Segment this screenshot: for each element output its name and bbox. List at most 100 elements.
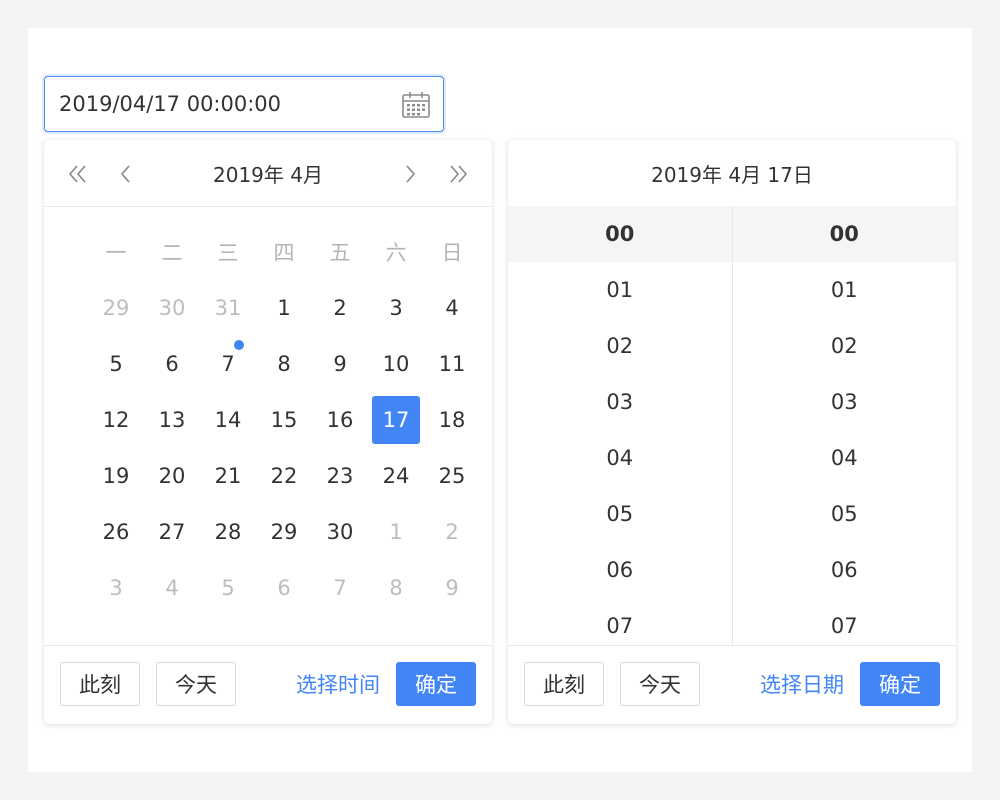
calendar-day[interactable]: 31 <box>200 280 256 336</box>
calendar-day-number: 27 <box>158 520 186 544</box>
calendar-day[interactable]: 29 <box>88 280 144 336</box>
calendar-day[interactable]: 14 <box>200 392 256 448</box>
calendar-day-number: 10 <box>382 352 410 376</box>
calendar-day-number: 9 <box>445 576 459 600</box>
next-month-button[interactable] <box>394 158 426 190</box>
time-option-selected[interactable]: 00 <box>732 206 956 262</box>
datetime-input-wrapper[interactable] <box>44 76 444 132</box>
calendar-day[interactable]: 30 <box>312 504 368 560</box>
calendar-grid: 一二三四五六日 29 30 31 1 2 3 4 5 6 7 8 9 10 11 12 13 14 15 16 17 1… <box>88 224 480 616</box>
calendar-day[interactable]: 22 <box>256 448 312 504</box>
calendar-day[interactable]: 13 <box>144 392 200 448</box>
time-option-selected[interactable]: 00 <box>508 206 732 262</box>
time-option[interactable]: 02 <box>733 318 957 374</box>
calendar-day[interactable]: 9 <box>312 336 368 392</box>
calendar-day[interactable]: 12 <box>88 392 144 448</box>
weekday-header-row: 一二三四五六日 <box>88 224 480 280</box>
calendar-day[interactable]: 9 <box>424 560 480 616</box>
calendar-day[interactable]: 20 <box>144 448 200 504</box>
now-button[interactable]: 此刻 <box>524 662 604 706</box>
calendar-day-number: 4 <box>165 576 179 600</box>
calendar-day[interactable]: 8 <box>256 336 312 392</box>
calendar-day[interactable]: 7 <box>312 560 368 616</box>
calendar-day[interactable]: 19 <box>88 448 144 504</box>
calendar-day-number: 3 <box>109 576 123 600</box>
calendar-day-number: 1 <box>389 520 403 544</box>
today-button[interactable]: 今天 <box>620 662 700 706</box>
time-option[interactable]: 04 <box>508 430 732 486</box>
time-option[interactable]: 01 <box>733 262 957 318</box>
time-option[interactable]: 04 <box>733 430 957 486</box>
calendar-day-number: 7 <box>333 576 347 600</box>
confirm-button[interactable]: 确定 <box>396 662 476 706</box>
calendar-day[interactable]: 23 <box>312 448 368 504</box>
calendar-day-number: 4 <box>445 296 459 320</box>
time-panel-footer: 此刻 今天 选择日期 确定 <box>508 645 956 724</box>
calendar-day[interactable]: 6 <box>256 560 312 616</box>
calendar-day[interactable]: 1 <box>256 280 312 336</box>
minute-column[interactable]: 00 01 02 03 04 05 06 07 <box>731 206 957 646</box>
calendar-day[interactable]: 5 <box>88 336 144 392</box>
calendar-day[interactable]: 4 <box>144 560 200 616</box>
calendar-day-number: 6 <box>277 576 291 600</box>
calendar-day[interactable]: 26 <box>88 504 144 560</box>
calendar-day-selected[interactable]: 17 <box>368 392 424 448</box>
calendar-day[interactable]: 24 <box>368 448 424 504</box>
select-time-link[interactable]: 选择时间 <box>296 662 380 706</box>
calendar-day-number: 17 <box>372 396 420 444</box>
calendar-day[interactable]: 29 <box>256 504 312 560</box>
calendar-day[interactable]: 21 <box>200 448 256 504</box>
calendar-day[interactable]: 4 <box>424 280 480 336</box>
hour-column[interactable]: 00 01 02 03 04 05 06 07 <box>508 206 732 646</box>
calendar-day[interactable]: 27 <box>144 504 200 560</box>
calendar-day[interactable]: 5 <box>200 560 256 616</box>
calendar-day[interactable]: 18 <box>424 392 480 448</box>
calendar-day[interactable]: 8 <box>368 560 424 616</box>
calendar-day[interactable]: 2 <box>312 280 368 336</box>
calendar-day-number: 9 <box>333 352 347 376</box>
calendar-day[interactable]: 16 <box>312 392 368 448</box>
calendar-day[interactable]: 1 <box>368 504 424 560</box>
time-option[interactable]: 07 <box>733 598 957 646</box>
confirm-button[interactable]: 确定 <box>860 662 940 706</box>
calendar-day-number: 14 <box>214 408 242 432</box>
double-chevron-right-icon <box>450 165 468 183</box>
calendar-day[interactable]: 30 <box>144 280 200 336</box>
date-panel-footer: 此刻 今天 选择时间 确定 <box>44 645 492 724</box>
calendar-day[interactable]: 3 <box>88 560 144 616</box>
time-option[interactable]: 02 <box>508 318 732 374</box>
prev-month-button[interactable] <box>110 158 142 190</box>
calendar-day[interactable]: 3 <box>368 280 424 336</box>
time-option[interactable]: 06 <box>508 542 732 598</box>
month-title[interactable]: 2019年 4月 <box>213 159 323 188</box>
select-date-link[interactable]: 选择日期 <box>760 662 844 706</box>
time-option[interactable]: 07 <box>508 598 732 646</box>
calendar-icon[interactable] <box>401 90 431 120</box>
weekday-label: 四 <box>273 241 295 265</box>
time-option[interactable]: 03 <box>733 374 957 430</box>
time-option[interactable]: 03 <box>508 374 732 430</box>
time-option[interactable]: 05 <box>733 486 957 542</box>
datetime-input[interactable] <box>59 77 389 131</box>
today-button[interactable]: 今天 <box>156 662 236 706</box>
weekday-label: 三 <box>217 241 239 265</box>
calendar-day[interactable]: 15 <box>256 392 312 448</box>
calendar-day[interactable]: 11 <box>424 336 480 392</box>
calendar-day-number: 13 <box>158 408 186 432</box>
calendar-week-row: 26 27 28 29 30 1 2 <box>88 504 480 560</box>
calendar-day-today[interactable]: 7 <box>200 336 256 392</box>
now-button[interactable]: 此刻 <box>60 662 140 706</box>
calendar-day[interactable]: 6 <box>144 336 200 392</box>
time-option[interactable]: 01 <box>508 262 732 318</box>
time-option[interactable]: 06 <box>733 542 957 598</box>
next-year-button[interactable] <box>442 158 474 190</box>
calendar-day-number: 23 <box>326 464 354 488</box>
calendar-day[interactable]: 10 <box>368 336 424 392</box>
calendar-day[interactable]: 2 <box>424 504 480 560</box>
today-dot-indicator <box>234 340 244 350</box>
calendar-week-row: 5 6 7 8 9 10 11 <box>88 336 480 392</box>
time-option[interactable]: 05 <box>508 486 732 542</box>
calendar-day[interactable]: 28 <box>200 504 256 560</box>
calendar-day[interactable]: 25 <box>424 448 480 504</box>
prev-year-button[interactable] <box>62 158 94 190</box>
